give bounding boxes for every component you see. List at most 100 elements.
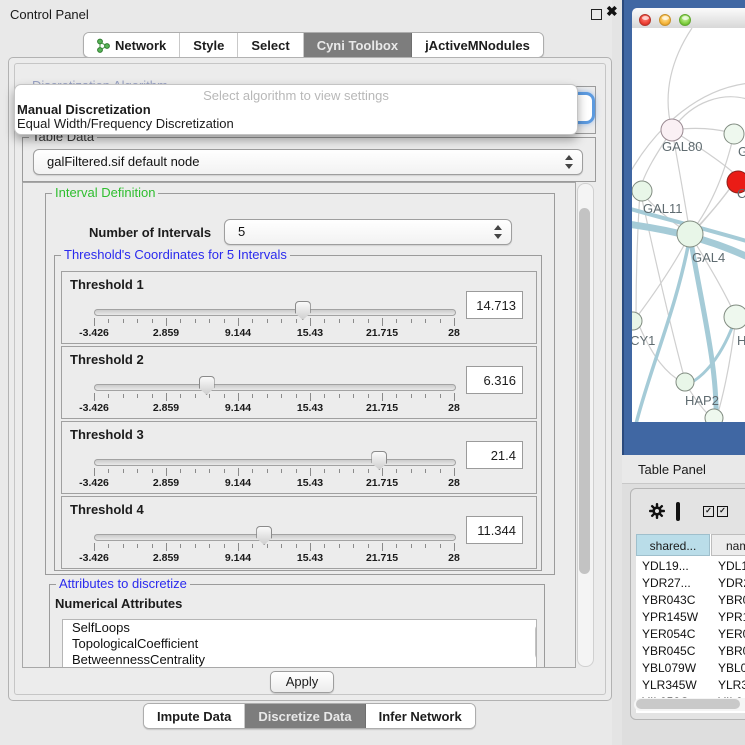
node-gal4[interactable] bbox=[677, 221, 703, 247]
tab-infer-network[interactable]: Infer Network bbox=[366, 704, 475, 728]
threshold-1-value-field[interactable]: 14.713 bbox=[466, 291, 523, 319]
node-table: shared... name YDL19...YDL1 YDR27...YDR2… bbox=[636, 534, 745, 713]
tab-network[interactable]: Network bbox=[84, 33, 180, 57]
threshold-4-panel: Threshold 4 -3.4262.8599.14415.4321.7152… bbox=[61, 496, 537, 569]
interval-definition-groupbox: Interval Definition Number of Intervals … bbox=[45, 193, 555, 575]
slider-ticks bbox=[94, 542, 454, 551]
threshold-4-slider[interactable]: -3.4262.8599.14415.4321.71528 bbox=[94, 525, 454, 565]
close-traffic-light[interactable] bbox=[639, 14, 651, 26]
apply-button[interactable]: Apply bbox=[270, 671, 334, 693]
label-partial-g: G bbox=[738, 144, 745, 159]
settings-scrollbar[interactable] bbox=[577, 183, 594, 667]
table-horizontal-scrollbar[interactable] bbox=[634, 698, 745, 711]
top-tabbar: Network Style Select Cyni Toolbox jActiv… bbox=[83, 32, 544, 58]
table-row[interactable]: YDR27...YDR2 bbox=[636, 575, 745, 592]
tab-select[interactable]: Select bbox=[238, 33, 303, 57]
number-of-intervals-label: Number of Intervals bbox=[89, 225, 211, 240]
threshold-4-label: Threshold 4 bbox=[70, 502, 144, 517]
tab-discretize-data[interactable]: Discretize Data bbox=[245, 704, 365, 728]
combo-arrows-icon bbox=[493, 223, 502, 241]
network-window: GAL80 GAL11 GAL4 GCY1 HAP2 G C H bbox=[622, 0, 745, 455]
numerical-attributes-label: Numerical Attributes bbox=[55, 596, 182, 611]
threshold-2-panel: Threshold 2 -3.4262.8599.14415.4321.7152… bbox=[61, 346, 537, 419]
threshold-2-value-field[interactable]: 6.316 bbox=[466, 366, 523, 394]
slider-track[interactable] bbox=[94, 384, 456, 391]
node-right-h[interactable] bbox=[724, 305, 745, 329]
table-data-groupbox: Table Data galFiltered.sif default node bbox=[22, 137, 596, 182]
slider-tick-labels: -3.4262.8599.14415.4321.71528 bbox=[94, 402, 454, 414]
node-gal80[interactable] bbox=[661, 119, 683, 141]
thresholds-groupbox: Threshold's Coordinates for 5 Intervals … bbox=[54, 255, 542, 571]
threshold-1-panel: Threshold 1 -3.4262.8599.14415.4321.7152… bbox=[61, 271, 537, 344]
algorithm-dropdown: Select algorithm to view settings Manual… bbox=[14, 84, 578, 135]
node-gal11[interactable] bbox=[632, 181, 652, 201]
tab-label: Network bbox=[115, 38, 166, 53]
column-header-shared-name[interactable]: shared... bbox=[636, 534, 710, 556]
threshold-1-slider[interactable]: -3.4262.8599.14415.4321.71528 bbox=[94, 300, 454, 340]
label-gal80: GAL80 bbox=[662, 139, 702, 154]
node-hap2[interactable] bbox=[676, 373, 694, 391]
threshold-3-panel: Threshold 3 -3.4262.8599.14415.4321.7152… bbox=[61, 421, 537, 494]
float-window-icon[interactable] bbox=[591, 9, 602, 20]
slider-tick-labels: -3.4262.8599.14415.4321.71528 bbox=[94, 477, 454, 489]
attributes-groupbox: Attributes to discretize Numerical Attri… bbox=[49, 584, 545, 668]
close-icon[interactable]: ✖ bbox=[606, 3, 618, 20]
node-bottom[interactable] bbox=[705, 409, 723, 422]
table-data-combobox[interactable]: galFiltered.sif default node bbox=[33, 149, 583, 175]
table-row[interactable]: YBR043CYBR0 bbox=[636, 592, 745, 609]
control-panel: Control Panel ✖ Network Style Select Cyn… bbox=[0, 0, 612, 745]
table-row[interactable]: YDL19...YDL1 bbox=[636, 558, 745, 575]
table-row[interactable]: YPR145WYPR1 bbox=[636, 609, 745, 626]
threshold-4-value-field[interactable]: 11.344 bbox=[466, 516, 523, 544]
threshold-3-value-field[interactable]: 21.4 bbox=[466, 441, 523, 469]
table-row[interactable]: YER054CYER0 bbox=[636, 626, 745, 643]
threshold-3-slider[interactable]: -3.4262.8599.14415.4321.71528 bbox=[94, 450, 454, 490]
dropdown-item-equal-width-frequency[interactable]: Equal Width/Frequency Discretization bbox=[17, 116, 234, 131]
split-columns-icon[interactable] bbox=[676, 504, 680, 519]
tab-impute-data[interactable]: Impute Data bbox=[144, 704, 245, 728]
table-row[interactable]: YLR345WYLR3 bbox=[636, 677, 745, 694]
select-columns-icon[interactable]: ✓ ✓ bbox=[703, 506, 728, 517]
network-window-titlebar[interactable] bbox=[632, 8, 745, 29]
thresholds-group-title: Threshold's Coordinates for 5 Intervals bbox=[61, 248, 290, 262]
dropdown-item-manual-discretization[interactable]: Manual Discretization bbox=[17, 102, 151, 117]
list-item-betweennesscentrality[interactable]: BetweennessCentrality bbox=[63, 652, 536, 668]
dropdown-placeholder: Select algorithm to view settings bbox=[15, 88, 577, 103]
slider-track[interactable] bbox=[94, 309, 456, 316]
node-top-right[interactable] bbox=[724, 124, 744, 144]
gear-icon[interactable] bbox=[649, 503, 665, 522]
attributes-group-title: Attributes to discretize bbox=[56, 577, 190, 591]
number-of-intervals-combobox[interactable]: 5 bbox=[224, 219, 512, 245]
checkbox-icon: ✓ bbox=[717, 506, 728, 517]
slider-track[interactable] bbox=[94, 534, 456, 541]
slider-track[interactable] bbox=[94, 459, 456, 466]
slider-ticks bbox=[94, 392, 454, 401]
zoom-traffic-light[interactable] bbox=[679, 14, 691, 26]
minimize-traffic-light[interactable] bbox=[659, 14, 671, 26]
threshold-2-label: Threshold 2 bbox=[70, 352, 144, 367]
list-item-selfloops[interactable]: SelfLoops bbox=[63, 620, 536, 636]
bottom-tabbar: Impute Data Discretize Data Infer Networ… bbox=[143, 703, 476, 729]
slider-ticks bbox=[94, 467, 454, 476]
threshold-2-slider[interactable]: -3.4262.8599.14415.4321.71528 bbox=[94, 375, 454, 415]
network-canvas[interactable]: GAL80 GAL11 GAL4 GCY1 HAP2 G C H bbox=[632, 28, 745, 422]
slider-ticks bbox=[94, 317, 454, 326]
tab-cyni-toolbox[interactable]: Cyni Toolbox bbox=[304, 33, 412, 57]
label-gcy1: GCY1 bbox=[632, 333, 655, 348]
label-hap2: HAP2 bbox=[685, 393, 719, 408]
slider-tick-labels: -3.4262.8599.14415.4321.71528 bbox=[94, 327, 454, 339]
settings-viewport: Interval Definition Number of Intervals … bbox=[22, 182, 576, 668]
tab-style[interactable]: Style bbox=[180, 33, 238, 57]
table-row[interactable]: YBL079WYBL0 bbox=[636, 660, 745, 677]
list-scrollbar[interactable] bbox=[534, 622, 537, 666]
list-item-topologicalcoefficient[interactable]: TopologicalCoefficient bbox=[63, 636, 536, 652]
number-of-intervals-value: 5 bbox=[238, 220, 245, 244]
combo-arrows-icon bbox=[564, 153, 573, 171]
label-partial-c: C bbox=[737, 186, 745, 201]
table-row[interactable]: YBR045CYBR0 bbox=[636, 643, 745, 660]
tab-jactivemnodules[interactable]: jActiveMNodules bbox=[412, 33, 543, 57]
table-panel-region: Table Panel ✓ ✓ shared... name bbox=[622, 455, 745, 745]
threshold-1-label: Threshold 1 bbox=[70, 277, 144, 292]
table-panel: ✓ ✓ shared... name YDL19...YDL1 YDR27...… bbox=[630, 488, 745, 720]
column-header-name[interactable]: name bbox=[711, 534, 745, 556]
